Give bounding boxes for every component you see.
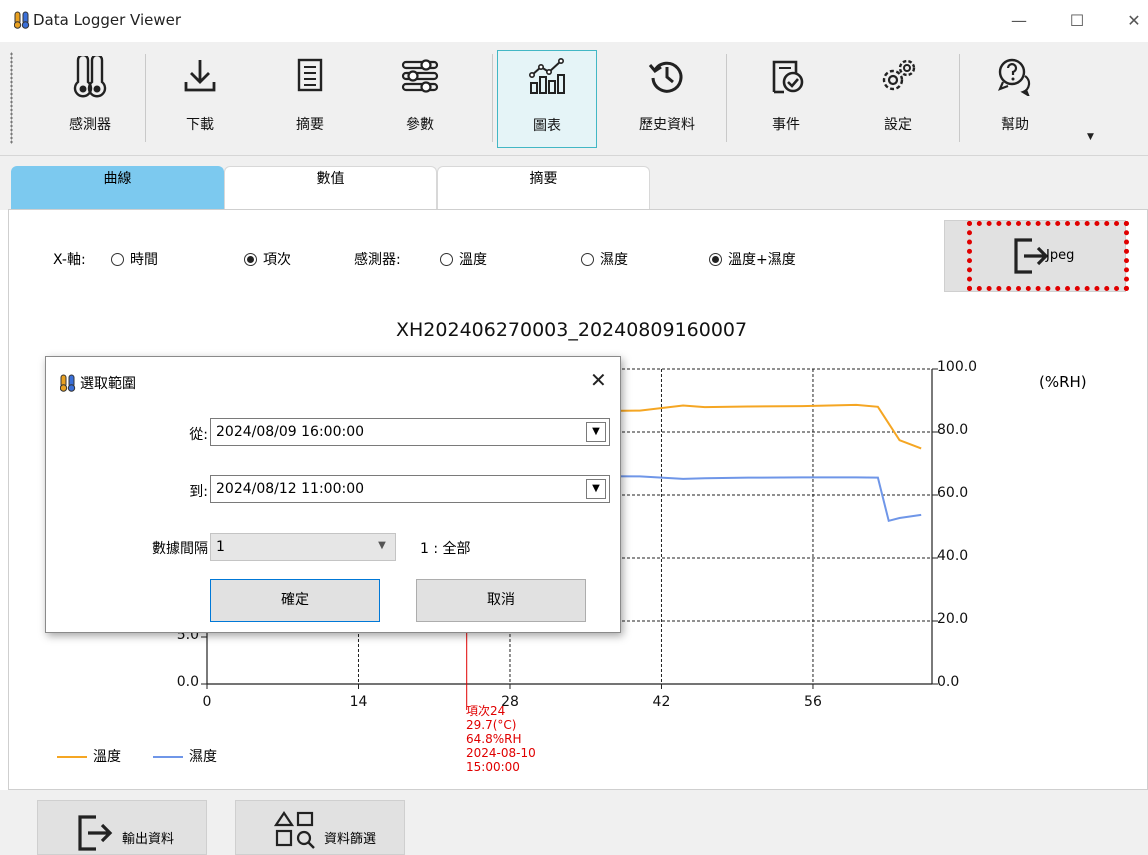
data-filter-button[interactable]: 資料篩選 xyxy=(235,800,405,855)
to-label: 到: xyxy=(189,484,208,500)
app-window: Data Logger Viewer — ☐ ✕ 感測器 下載 摘要 參數 圖表… xyxy=(0,0,1148,855)
x-axis-tick-label: 14 xyxy=(349,694,368,710)
cursor-time-text: 15:00:00 xyxy=(466,760,520,774)
right-axis-tick-label: 80.0 xyxy=(937,422,969,438)
thermometer-pair-icon xyxy=(60,374,76,392)
from-label: 從: xyxy=(189,427,208,443)
right-axis-tick-label: 40.0 xyxy=(937,548,969,564)
data-filter-label: 資料篩選 xyxy=(324,832,377,847)
legend-label-temp: 溫度 xyxy=(93,749,121,765)
to-datetime-select[interactable]: 2024/08/12 11:00:00 ▼ xyxy=(210,475,610,503)
chevron-down-icon[interactable]: ▼ xyxy=(586,479,606,499)
interval-value: 1 xyxy=(216,539,225,555)
chevron-down-icon[interactable]: ▼ xyxy=(372,537,392,557)
dialog-close-button[interactable]: ✕ xyxy=(590,368,607,392)
cursor-temp-text: 29.7(°C) xyxy=(466,718,517,732)
cursor-hum-text: 64.8%RH xyxy=(466,732,522,746)
cursor-index-text: 項次24 xyxy=(466,704,506,718)
export-data-label: 輸出資料 xyxy=(122,832,175,847)
chevron-down-icon[interactable]: ▼ xyxy=(586,422,606,442)
x-axis-tick-label: 0 xyxy=(202,694,212,710)
legend-item-hum: 濕度 xyxy=(153,746,217,766)
select-range-dialog: 選取範圍 ✕ 從: 2024/08/09 16:00:00 ▼ 到: 2024/… xyxy=(45,356,621,633)
ok-button[interactable]: 確定 xyxy=(210,579,380,622)
from-datetime-value: 2024/08/09 16:00:00 xyxy=(216,424,365,440)
cancel-button[interactable]: 取消 xyxy=(416,579,586,622)
x-axis-tick-label: 42 xyxy=(652,694,671,710)
to-datetime-value: 2024/08/12 11:00:00 xyxy=(216,481,365,497)
legend-label-hum: 濕度 xyxy=(189,749,217,765)
cursor-readout: 項次24 29.7(°C) 64.8%RH 2024-08-10 15:00:0… xyxy=(466,704,536,774)
interval-hint: 1 : 全部 xyxy=(420,541,471,557)
legend-swatch-temp xyxy=(57,756,87,758)
cursor-date-text: 2024-08-10 xyxy=(466,746,536,760)
interval-select[interactable]: 1 ▼ xyxy=(210,533,396,561)
right-axis-tick-label: 0.0 xyxy=(937,674,960,690)
dialog-title: 選取範圍 xyxy=(80,376,136,392)
left-axis-tick-label: 0.0 xyxy=(176,674,199,690)
shapes-search-icon xyxy=(274,811,315,849)
interval-label: 數據間隔 xyxy=(152,541,208,557)
x-axis-tick-label: 56 xyxy=(804,694,822,710)
legend-item-temp: 溫度 xyxy=(57,746,121,766)
from-datetime-select[interactable]: 2024/08/09 16:00:00 ▼ xyxy=(210,418,610,446)
legend-swatch-hum xyxy=(153,756,183,758)
right-axis-tick-label: 60.0 xyxy=(937,485,969,501)
export-icon xyxy=(78,815,113,851)
right-axis-tick-label: 20.0 xyxy=(937,611,969,627)
right-axis-tick-label: 100.0 xyxy=(937,359,978,375)
export-data-button[interactable]: 輸出資料 xyxy=(37,800,207,855)
